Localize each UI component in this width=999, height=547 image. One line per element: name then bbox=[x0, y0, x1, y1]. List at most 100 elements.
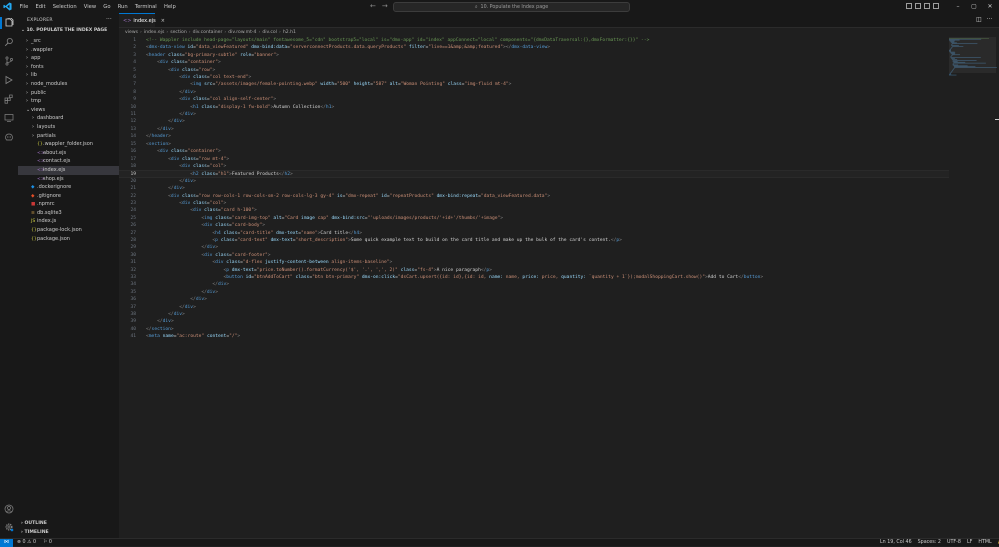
menu-help[interactable]: Help bbox=[160, 4, 179, 10]
file-item[interactable]: <>shop.ejs bbox=[18, 175, 119, 184]
forward-arrow-icon[interactable]: → bbox=[382, 2, 388, 10]
file-item[interactable]: ◆ .gitignore bbox=[18, 192, 119, 201]
gear-icon[interactable] bbox=[4, 522, 14, 532]
folder-item[interactable]: › node_modules bbox=[18, 80, 119, 89]
toggle-secondary-sidebar-icon[interactable] bbox=[924, 3, 930, 9]
maximize-button[interactable]: ▢ bbox=[966, 3, 982, 10]
account-icon[interactable] bbox=[4, 504, 14, 514]
breadcrumb-item[interactable]: views bbox=[125, 30, 138, 35]
menu-selection[interactable]: Selection bbox=[49, 4, 80, 10]
menu-edit[interactable]: Edit bbox=[32, 4, 49, 10]
file-item[interactable]: <>index.ejs bbox=[18, 165, 119, 175]
line-text: <section> bbox=[146, 141, 171, 147]
close-window-button[interactable]: ✕ bbox=[982, 3, 998, 10]
timeline-section-header[interactable]: › TIMELINE bbox=[21, 530, 49, 535]
extensions-icon[interactable] bbox=[4, 94, 14, 104]
toggle-panel-icon[interactable] bbox=[915, 3, 921, 9]
menu-view[interactable]: View bbox=[80, 4, 100, 10]
code-view[interactable]: 1 <!-- Wappler include head-page="layouts… bbox=[119, 37, 949, 341]
tree-item-label: shop.ejs bbox=[43, 175, 64, 182]
menu-go[interactable]: Go bbox=[100, 4, 114, 10]
more-actions-icon[interactable]: ··· bbox=[987, 16, 993, 23]
folder-item[interactable]: › lib bbox=[18, 71, 119, 80]
tab-index-ejs[interactable]: <> index.ejs × bbox=[119, 13, 165, 27]
folder-item[interactable]: › app bbox=[18, 54, 119, 63]
folder-item[interactable]: › layouts bbox=[18, 123, 119, 132]
minimap-slider[interactable] bbox=[949, 37, 996, 73]
search-icon[interactable] bbox=[4, 37, 14, 47]
customize-layout-icon[interactable] bbox=[933, 3, 939, 9]
file-item[interactable]: {}package-lock.json bbox=[18, 226, 119, 235]
line-number: 32 bbox=[130, 267, 136, 273]
explorer-title: EXPLORER bbox=[27, 18, 53, 23]
scrollbar-cursor-marker bbox=[995, 119, 999, 120]
line-text: <div class="card-body"> bbox=[201, 223, 266, 229]
folder-item[interactable]: ⌄views bbox=[18, 106, 119, 115]
code-line: 8 </div> bbox=[119, 89, 949, 96]
code-line: 20 </div> bbox=[119, 178, 949, 185]
folder-item[interactable]: › tmp bbox=[18, 97, 119, 106]
file-item[interactable]: {}.wappler_folder.json bbox=[18, 140, 119, 149]
command-center[interactable]: ⌕ 10. Populate the Index page bbox=[393, 2, 630, 12]
explorer-icon[interactable] bbox=[4, 17, 14, 28]
ports-status[interactable]: ⚐ 0 bbox=[43, 539, 52, 546]
language-mode[interactable]: HTML bbox=[978, 539, 991, 546]
folder-item[interactable]: › dashboard bbox=[18, 114, 119, 123]
eol-status[interactable]: LF bbox=[967, 539, 972, 546]
file-item[interactable]: ■ .npmrc bbox=[18, 200, 119, 209]
run-debug-icon[interactable] bbox=[4, 75, 14, 85]
close-tab-icon[interactable]: × bbox=[161, 18, 165, 24]
file-item[interactable]: JS index.js bbox=[18, 217, 119, 226]
split-editor-icon[interactable]: ◫ bbox=[976, 16, 982, 23]
tree-item-label: public bbox=[31, 89, 47, 96]
tab-label: index.ejs bbox=[133, 17, 156, 24]
line-number: 15 bbox=[130, 141, 136, 147]
breadcrumb-item[interactable]: section bbox=[170, 30, 187, 35]
breadcrumb-item[interactable]: index.ejs bbox=[144, 30, 165, 35]
code-line: 1 <!-- Wappler include head-page="layouts… bbox=[119, 37, 949, 44]
file-item[interactable]: {}package.json bbox=[18, 235, 119, 244]
minimize-button[interactable]: – bbox=[950, 3, 966, 10]
line-text: <img class="card-img-top" alt="Card imag… bbox=[201, 215, 504, 221]
menu-file[interactable]: File bbox=[16, 4, 32, 10]
line-number: 41 bbox=[130, 334, 136, 340]
problems-status[interactable]: ⊗ 0 ⚠ 0 bbox=[17, 539, 36, 546]
code-line: 15 <section> bbox=[119, 141, 949, 148]
line-text: <div class="card h-100"> bbox=[190, 208, 257, 214]
menu-run[interactable]: Run bbox=[114, 4, 131, 10]
tree-item-label: about.ejs bbox=[43, 149, 67, 156]
indentation-status[interactable]: Spaces: 2 bbox=[918, 539, 941, 546]
line-text: <dmx-data-view id="data_viewFeatured" dm… bbox=[146, 45, 551, 51]
breadcrumb-item[interactable]: div.row.mt-4 bbox=[228, 30, 256, 35]
workspace-root-folder[interactable]: ⌄ 10. POPULATE THE INDEX PAGE bbox=[21, 28, 107, 33]
cursor-position[interactable]: Ln 19, Col 46 bbox=[880, 539, 912, 546]
encoding-status[interactable]: UTF-8 bbox=[947, 539, 961, 546]
file-item[interactable]: <>about.ejs bbox=[18, 149, 119, 158]
more-actions-icon[interactable]: ··· bbox=[106, 16, 112, 23]
toggle-primary-sidebar-icon[interactable] bbox=[906, 3, 912, 9]
breadcrumb-item[interactable]: div.container bbox=[193, 30, 223, 35]
folder-item[interactable]: › .wappler bbox=[18, 46, 119, 55]
folder-item[interactable]: › fonts bbox=[18, 63, 119, 72]
line-number: 26 bbox=[130, 223, 136, 229]
folder-item[interactable]: › partials bbox=[18, 132, 119, 141]
folder-item[interactable]: › _src bbox=[18, 37, 119, 46]
folder-item[interactable]: › public bbox=[18, 89, 119, 98]
file-item[interactable]: ◆ .dockerignore bbox=[18, 183, 119, 192]
breadcrumb-item[interactable]: h2.h1 bbox=[283, 30, 296, 35]
copilot-icon[interactable] bbox=[4, 132, 14, 142]
breadcrumb-item[interactable]: div.col bbox=[262, 30, 277, 35]
line-number: 3 bbox=[133, 52, 136, 58]
remote-explorer-icon[interactable] bbox=[4, 113, 14, 123]
line-number: 27 bbox=[130, 230, 136, 236]
outline-section-header[interactable]: › OUTLINE bbox=[21, 521, 47, 526]
back-arrow-icon[interactable]: ← bbox=[370, 2, 376, 10]
tree-item-label: .dockerignore bbox=[37, 184, 72, 191]
line-number: 37 bbox=[130, 304, 136, 310]
menu-terminal[interactable]: Terminal bbox=[131, 4, 160, 10]
code-line: 4 <div class="container"> bbox=[119, 59, 949, 66]
source-control-icon[interactable] bbox=[4, 56, 14, 66]
timeline-label: TIMELINE bbox=[24, 530, 49, 535]
file-item[interactable]: ≡ db.sqlite3 bbox=[18, 209, 119, 218]
file-item[interactable]: <>contact.ejs bbox=[18, 157, 119, 166]
